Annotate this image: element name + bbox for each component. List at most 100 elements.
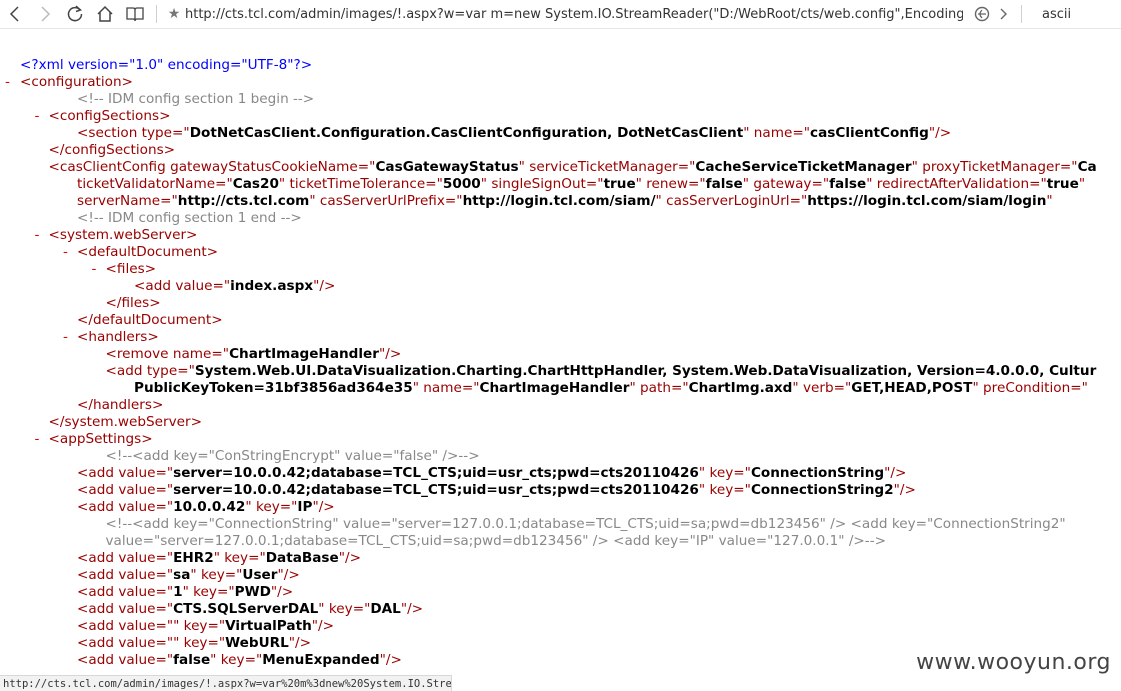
xml-token: WebURL [225,635,289,651]
xml-line: <add value="server=10.0.0.42;database=TC… [0,465,1121,482]
collapse-toggle[interactable]: - [35,431,40,448]
xml-token: https://login.tcl.com/siam/login [807,193,1047,209]
xml-line-text: value="server=127.0.0.1;database=TCL_CTS… [106,533,887,550]
xml-token: false [173,652,211,668]
xml-token: casServerUrlPrefix [315,193,445,209]
xml-token: key [179,618,208,634]
collapse-toggle[interactable]: - [92,261,97,278]
xml-token: /> [295,635,312,651]
xml-token: ticketValidatorName [77,176,216,192]
xml-line: <add value="1" key="PWD"/> [0,584,1121,601]
xml-token: =" [224,567,243,583]
xml-line-text: <add value="CTS.SQLServerDAL" key="DAL"/… [77,601,423,618]
xml-token: ="" [155,635,180,651]
more-button[interactable] [993,3,1015,25]
xml-token: Ca [1077,159,1097,175]
xml-token: gateway [749,176,812,192]
xml-token: /> [318,499,335,515]
xml-token: =" [155,601,174,617]
xml-line-text: <!-- IDM config section 1 end --> [77,210,302,227]
xml-token: CasGatewayStatus [375,159,519,175]
encoding-label[interactable]: ascii [1042,7,1071,22]
xml-token: <add [77,601,119,617]
xml-line: serverName="http://cts.tcl.com" casServe… [0,193,1121,210]
xml-token: preCondition [978,380,1071,396]
xml-line-text: <files> [106,261,157,278]
xml-token: </defaultDocument> [77,312,223,328]
xml-token: =" [172,125,190,141]
xml-line: <add value="10.0.0.42" key="IP"/> [0,499,1121,516]
xml-token: <add [77,635,119,651]
xml-token: casClientConfig [810,125,929,141]
xml-line-text: ticketValidatorName="Cas20" ticketTimeTo… [77,176,1085,193]
xml-token: </files> [105,295,161,311]
reading-view-icon [126,7,144,22]
xml-token: /> [935,125,952,141]
home-button[interactable] [90,0,120,28]
xml-token: <add [77,499,119,515]
xml-line: <!--<add key="ConnectionString" value="s… [0,516,1121,533]
xml-line-text: <!--<add key="ConStringEncrypt" value="f… [106,448,480,465]
xml-line-text: <add value="false" key="MenuExpanded"/> [77,652,402,669]
extension-button[interactable] [971,3,993,25]
xml-token: /> [318,618,334,634]
xml-token: <casClientConfig [48,159,171,175]
xml-token: key [219,550,249,566]
xml-line-text: <defaultDocument> [77,244,218,261]
xml-token: casServerLoginUrl [661,193,790,209]
collapse-toggle[interactable]: - [35,227,40,244]
collapse-toggle[interactable]: - [63,329,68,346]
xml-token: name [172,346,212,362]
xml-token: =" [688,176,706,192]
xml-line: - <files> [0,261,1121,278]
xml-line: </handlers> [0,397,1121,414]
collapse-toggle[interactable]: - [35,108,40,125]
xml-token: false [829,176,867,192]
xml-token: key [324,601,353,617]
xml-line-text: </files> [106,295,161,312]
xml-line: - <defaultDocument> [0,244,1121,261]
xml-token: =" [789,193,808,209]
xml-token: value [118,601,156,617]
xml-token: path [635,380,671,396]
xml-token: value [118,567,156,583]
xml-token: sa [173,567,191,583]
xml-line: <add value="EHR2" key="DataBase"/> [0,550,1121,567]
xml-token: redirectAfterValidation [872,176,1030,192]
xml-token: /> [385,652,402,668]
xml-token: =" [155,499,174,515]
xml-token: <remove [105,346,173,362]
xml-token: value [118,618,156,634]
xml-token: <!-- IDM config section 1 begin --> [77,91,315,107]
address-bar[interactable]: ★ http://cts.tcl.com/admin/images/!.aspx… [163,0,971,28]
xml-token: =" [215,176,233,192]
xml-token: <appSettings> [48,431,153,447]
watermark: www.wooyun.org [916,650,1111,675]
xml-token: =" [1059,159,1078,175]
forward-button[interactable] [30,0,60,28]
reading-view-button[interactable] [120,0,150,28]
xml-token: <!-- IDM config section 1 end --> [77,210,302,226]
xml-line: - <handlers> [0,329,1121,346]
xml-line: - <appSettings> [0,431,1121,448]
collapse-toggle[interactable]: - [63,244,68,261]
collapse-toggle[interactable]: - [5,74,10,91]
refresh-button[interactable] [60,0,90,28]
xml-token: <defaultDocument> [77,244,219,260]
xml-token: <system.webServer> [48,227,198,243]
favorite-star-icon[interactable]: ★ [163,6,185,22]
xml-token: " [1046,193,1053,209]
xml-token: =" [212,278,231,294]
xml-line-text: <configuration> [20,74,133,91]
xml-token: =" [248,550,266,566]
back-button[interactable] [0,0,30,28]
xml-line: <add value="sa" key="User"/> [0,567,1121,584]
xml-token: ChartImg.axd [688,380,793,396]
xml-token: =" [811,176,830,192]
xml-token: http://login.tcl.com/siam/ [462,193,656,209]
xml-token: <configuration> [20,74,133,90]
toolbar-separator [156,5,157,23]
xml-token: </configSections> [48,142,176,158]
xml-line-text: <casClientConfig gatewayStatusCookieName… [49,159,1097,176]
url-text[interactable]: http://cts.tcl.com/admin/images/!.aspx?w… [185,7,963,22]
